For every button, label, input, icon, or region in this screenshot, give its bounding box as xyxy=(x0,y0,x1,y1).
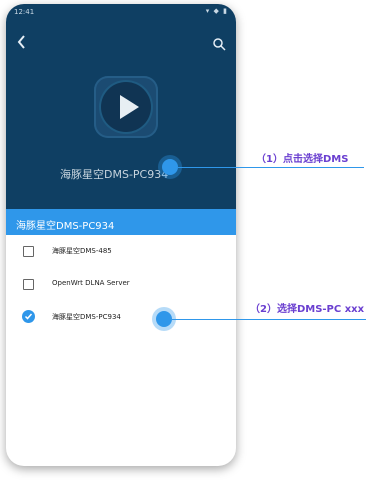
player-header: 12:41 ▾ ◆ ▮ 海豚星空DMS-PC934 xyxy=(6,4,236,209)
chevron-left-icon xyxy=(17,35,25,49)
device-item-openwrt[interactable]: OpenWrt DLNA Server xyxy=(6,268,236,301)
annotation-step-2: （2）选择DMS-PC xxx xyxy=(250,304,365,315)
checkbox-unchecked[interactable] xyxy=(23,246,34,257)
status-icons: ▾ ◆ ▮ xyxy=(205,7,228,15)
device-picker-title: 海豚星空DMS-PC934 xyxy=(6,209,236,235)
play-icon xyxy=(120,95,139,119)
device-picker-title-text: 海豚星空DMS-PC934 xyxy=(16,221,115,232)
phone-screen: 12:41 ▾ ◆ ▮ 海豚星空DMS-PC934 海豚星空DMS-PC934 xyxy=(6,4,236,466)
device-item-label: OpenWrt DLNA Server xyxy=(52,279,130,287)
check-circle-icon[interactable] xyxy=(22,310,35,323)
current-device-name[interactable]: 海豚星空DMS-PC934 xyxy=(60,166,220,182)
pointer-line-1 xyxy=(178,167,364,168)
app-icon xyxy=(94,76,158,138)
pointer-line-2 xyxy=(172,319,366,320)
tap-indicator-1 xyxy=(162,159,178,175)
device-item-dms-485[interactable]: 海豚星空DMS-485 xyxy=(6,235,236,268)
device-item-label: 海豚星空DMS-PC934 xyxy=(52,313,121,321)
tap-indicator-2 xyxy=(156,311,172,327)
search-button[interactable] xyxy=(212,36,228,52)
status-time: 12:41 xyxy=(14,8,35,16)
play-icon-background xyxy=(101,82,151,132)
annotation-step-1: （1）点击选择DMS xyxy=(256,154,349,165)
checkmark-icon xyxy=(24,313,33,320)
device-item-label: 海豚星空DMS-485 xyxy=(52,247,112,255)
search-icon xyxy=(213,38,226,51)
status-bar: 12:41 ▾ ◆ ▮ xyxy=(6,4,236,20)
checkbox-unchecked[interactable] xyxy=(23,279,34,290)
device-item-dms-pc934[interactable]: 海豚星空DMS-PC934 xyxy=(6,301,236,334)
back-button[interactable] xyxy=(16,34,32,54)
